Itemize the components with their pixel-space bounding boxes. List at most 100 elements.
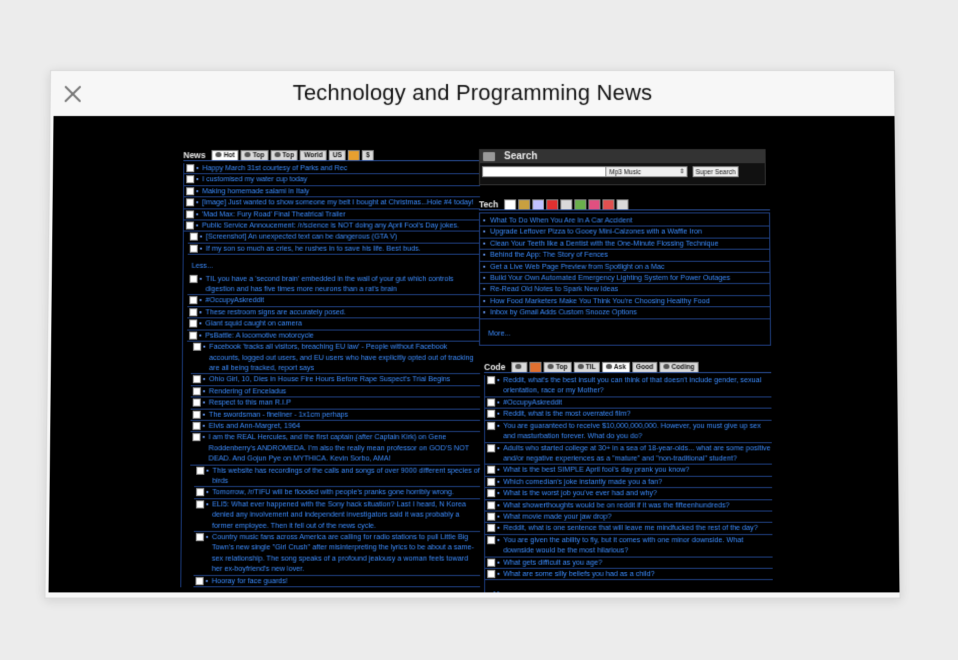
news-link[interactable]: Giant squid caught on camera [205,319,302,328]
tab-code-2[interactable] [529,361,542,373]
tech-link[interactable]: How Food Marketers Make You Think You're… [490,296,710,305]
news-link[interactable]: [Screenshot] An unexpected text can be d… [206,232,397,241]
tab-top-2[interactable]: Top [270,150,299,161]
item-checkbox[interactable] [192,387,201,396]
code-more-link[interactable]: More... [485,580,773,593]
tab-code-til[interactable]: TIL [573,361,600,373]
item-checkbox[interactable] [487,535,496,545]
item-checkbox[interactable] [186,198,195,207]
code-link[interactable]: #OccupyAskreddit [503,397,562,406]
tab-code-1[interactable] [511,361,528,373]
code-link[interactable]: What gets difficult as you age? [503,557,602,566]
item-checkbox[interactable] [189,296,198,305]
news-link[interactable]: Happy March 31st courtesy of Parks and R… [202,163,347,172]
code-link[interactable]: Reddit, what is one sentence that will l… [503,523,758,532]
tech-link[interactable]: Build Your Own Automated Emergency Light… [490,273,730,282]
item-checkbox[interactable] [195,533,204,542]
news-link[interactable]: The swordsman - fineliner - 1x1cm perhap… [209,409,348,418]
news-link[interactable]: Making homemade salami in Italy [202,186,309,195]
code-link[interactable]: What showerthoughts would be on reddit i… [503,500,729,509]
item-checkbox[interactable] [487,558,496,567]
code-link[interactable]: Which comedian's joke instantly made you… [503,477,662,486]
item-checkbox[interactable] [186,175,195,184]
tab-top[interactable]: Top [240,150,269,161]
code-link[interactable]: What are some silly beliefs you had as a… [503,569,654,578]
news-link[interactable]: #OccupyAskreddit [205,296,264,305]
news-link[interactable]: I am the REAL Hercules, and the first ca… [208,432,469,462]
item-checkbox[interactable] [192,421,201,430]
item-checkbox[interactable] [185,221,194,230]
item-checkbox[interactable] [487,443,496,452]
tab-tech-8[interactable] [602,199,615,210]
item-checkbox[interactable] [196,500,205,509]
tech-link[interactable]: Clean Your Teeth like a Dentist with the… [490,238,718,247]
news-link[interactable]: Facebook 'tracks all visitors, breaching… [209,342,473,372]
news-link[interactable]: Rendering of Enceladus [209,386,286,395]
tab-world[interactable]: World [300,150,327,161]
news-link[interactable]: Respect to this man R.I.P [209,398,291,407]
news-link[interactable]: This website has recordings of the calls… [212,465,480,485]
tech-link[interactable]: Inbox by Gmail Adds Custom Snooze Option… [490,308,637,317]
code-link[interactable]: What movie made your jaw drop? [503,511,611,520]
tech-link[interactable]: Behind the App: The Story of Fences [490,250,608,259]
news-link[interactable]: I customised my water cup today [202,175,307,184]
tab-code-ask[interactable]: Ask [601,361,631,373]
tab-tech-3[interactable] [532,199,545,210]
news-link[interactable]: Elvis and Ann-Margret, 1964 [209,421,301,430]
news-link[interactable]: ELI5: What ever happened with the Sony h… [212,499,466,529]
item-checkbox[interactable] [185,210,195,219]
tech-more-link[interactable]: More... [480,319,770,341]
tech-link[interactable]: Get a Live Web Page Preview from Spotlig… [490,261,665,270]
item-checkbox[interactable] [189,274,198,283]
search-category-select[interactable]: Mp3 Music ⇕ [605,166,688,178]
tab-tech-5[interactable] [560,199,573,210]
item-checkbox[interactable] [487,569,496,579]
item-checkbox[interactable] [193,342,202,351]
item-checkbox[interactable] [186,164,195,173]
news-link[interactable]: Tomorrow, /r/TIFU will be flooded with p… [212,487,454,496]
item-checkbox[interactable] [487,489,496,498]
tab-us[interactable]: US [328,150,346,161]
item-checkbox[interactable] [487,376,496,385]
item-checkbox[interactable] [487,421,496,430]
item-checkbox[interactable] [192,433,201,442]
code-link[interactable]: You are guaranteed to receive $10,000,00… [503,421,761,441]
item-checkbox[interactable] [192,410,201,419]
super-search-button[interactable]: Super Search [692,166,739,178]
item-checkbox[interactable] [487,477,496,486]
tab-flame[interactable] [347,150,360,161]
tab-tech-1[interactable] [504,199,517,210]
item-checkbox[interactable] [196,488,205,497]
search-input[interactable] [482,166,607,178]
tab-code-good[interactable]: Good [631,361,658,373]
item-checkbox[interactable] [189,232,198,242]
tab-tech-9[interactable] [616,199,629,210]
item-checkbox[interactable] [487,524,496,533]
news-link[interactable]: [Image] Just wanted to show someone my b… [202,198,473,207]
news-link[interactable]: Public Service Annoucement: /r/science i… [202,221,459,230]
tab-code-coding[interactable]: Coding [659,361,699,373]
tab-code-top[interactable]: Top [543,361,572,373]
tab-tech-2[interactable] [518,199,531,210]
item-checkbox[interactable] [192,398,201,407]
code-link[interactable]: Adults who started college at 30+ in a s… [503,443,770,463]
item-checkbox[interactable] [192,375,201,384]
news-link[interactable]: Hooray for face guards! [212,576,288,585]
code-link[interactable]: Reddit, what is the most overrated film? [503,409,630,418]
item-checkbox[interactable] [189,319,198,328]
news-link[interactable]: 'Mad Max: Fury Road' Final Theatrical Tr… [202,209,345,218]
tech-link[interactable]: Re-Read Old Notes to Spark New Ideas [490,284,618,293]
tab-money[interactable]: $ [361,150,374,161]
news-link[interactable]: Ohio Girl, 10, Dies in House Fire Hours … [209,374,450,383]
tech-link[interactable]: Upgrade Leftover Pizza to Gooey Mini-Cal… [490,227,702,236]
news-link[interactable]: If my son so much as cries, he rushes in… [206,243,421,252]
item-checkbox[interactable] [487,398,496,407]
tab-tech-7[interactable] [588,199,601,210]
tab-hot[interactable]: Hot [211,150,239,161]
code-link[interactable]: What is the worst job you've ever had an… [503,488,657,497]
code-link[interactable]: What is the best SIMPLE April fool's day… [503,465,689,474]
item-checkbox[interactable] [196,466,205,475]
item-checkbox[interactable] [189,308,198,317]
news-link[interactable]: TIL you have a 'second brain' embedded i… [206,274,454,294]
code-link[interactable]: Reddit, what's the best insult you can t… [503,375,761,395]
